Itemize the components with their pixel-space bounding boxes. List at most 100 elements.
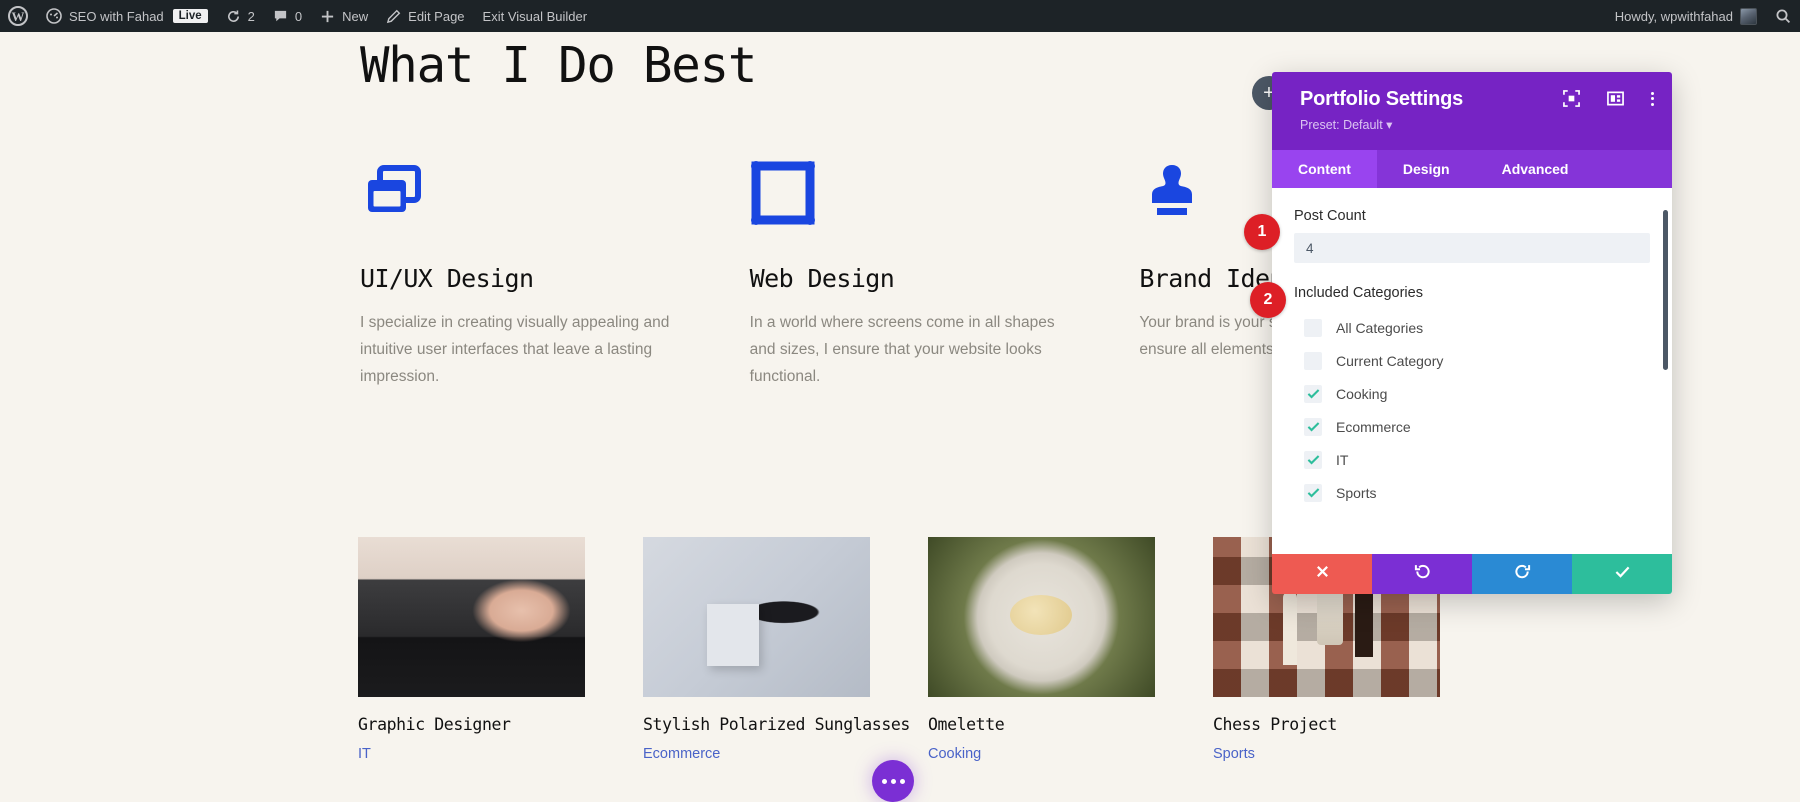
panel-body: Post Count 4 Included Categories All Cat… xyxy=(1272,188,1672,554)
close-button[interactable] xyxy=(1272,554,1372,594)
updates-icon xyxy=(226,9,241,24)
service-description: I specialize in creating visually appeal… xyxy=(360,314,670,385)
step-marker-2: 2 xyxy=(1250,282,1286,318)
checkbox-checked-icon[interactable] xyxy=(1304,384,1322,403)
category-checkbox-list: All Categories Current Category Cooking xyxy=(1294,311,1650,509)
service-description: In a world where screens come in all sha… xyxy=(749,314,1055,385)
portfolio-thumbnail xyxy=(928,537,1155,697)
exit-visual-builder-link[interactable]: Exit Visual Builder xyxy=(474,0,597,32)
portfolio-title[interactable]: Omelette xyxy=(928,715,1155,734)
portfolio-thumbnail xyxy=(643,537,870,697)
portfolio-category[interactable]: IT xyxy=(358,746,585,762)
step-marker-1: 1 xyxy=(1244,214,1280,250)
x-icon xyxy=(1315,564,1330,584)
checkbox-unchecked-icon[interactable] xyxy=(1304,351,1322,370)
admin-search-button[interactable] xyxy=(1766,0,1800,32)
portfolio-category[interactable]: Sports xyxy=(1213,746,1440,762)
portfolio-category[interactable]: Cooking xyxy=(928,746,1155,762)
redo-arrow-icon xyxy=(1514,563,1531,585)
avatar xyxy=(1740,7,1757,25)
wp-admin-bar: W SEO with Fahad Live 2 0 New Edit Page … xyxy=(0,0,1800,32)
undo-button[interactable] xyxy=(1372,554,1472,594)
portfolio-item[interactable]: Stylish Polarized Sunglasses Ecommerce xyxy=(643,537,910,762)
service-card: UI/UX Design I specialize in creating vi… xyxy=(360,160,731,390)
edit-page-link[interactable]: Edit Page xyxy=(377,0,473,32)
category-row[interactable]: Ecommerce xyxy=(1294,410,1650,443)
edit-page-label: Edit Page xyxy=(408,8,465,24)
checkbox-checked-icon[interactable] xyxy=(1304,450,1322,469)
wordpress-logo-icon: W xyxy=(8,6,28,26)
tab-content[interactable]: Content xyxy=(1272,150,1377,188)
category-label: Sports xyxy=(1336,484,1377,501)
portfolio-thumbnail xyxy=(358,537,585,697)
panel-header-icons xyxy=(1563,90,1654,107)
dot xyxy=(881,778,887,784)
category-label: Cooking xyxy=(1336,385,1388,402)
focus-target-icon[interactable] xyxy=(1563,90,1580,107)
redo-button[interactable] xyxy=(1472,554,1572,594)
portfolio-item[interactable]: Omelette Cooking xyxy=(928,537,1155,762)
checkbox-checked-icon[interactable] xyxy=(1304,483,1322,502)
panel-tabs: Content Design Advanced xyxy=(1272,150,1672,188)
category-row[interactable]: Cooking xyxy=(1294,377,1650,410)
post-count-input[interactable]: 4 xyxy=(1294,233,1650,263)
category-label: IT xyxy=(1336,451,1349,468)
checkbox-unchecked-icon[interactable] xyxy=(1304,318,1322,337)
layers-icon xyxy=(360,160,731,226)
dashboard-icon xyxy=(46,8,62,24)
category-label: Current Category xyxy=(1336,352,1444,369)
chevron-down-icon: ▾ xyxy=(1386,118,1393,132)
portfolio-title[interactable]: Stylish Polarized Sunglasses xyxy=(643,715,910,734)
comment-bubble-icon xyxy=(273,9,288,24)
included-categories-label: Included Categories xyxy=(1294,285,1423,301)
category-row[interactable]: All Categories xyxy=(1294,311,1650,344)
account-menu[interactable]: Howdy, wpwithfahad xyxy=(1606,0,1766,32)
comments-count: 0 xyxy=(294,8,303,24)
live-badge: Live xyxy=(172,9,208,23)
service-card: Web Design In a world where screens come… xyxy=(750,160,1121,390)
portfolio-category[interactable]: Ecommerce xyxy=(643,746,870,762)
search-icon xyxy=(1775,8,1791,24)
artboard-frame-icon xyxy=(750,160,1121,226)
panel-preset-selector[interactable]: Preset: Default ▾ xyxy=(1300,117,1652,132)
category-label: Ecommerce xyxy=(1336,418,1411,435)
howdy-label: Howdy, wpwithfahad xyxy=(1614,8,1733,24)
save-button[interactable] xyxy=(1572,554,1672,594)
exit-builder-label: Exit Visual Builder xyxy=(482,8,588,24)
comments-menu[interactable]: 0 xyxy=(264,0,311,32)
service-title: UI/UX Design xyxy=(360,264,534,293)
checkbox-checked-icon[interactable] xyxy=(1304,417,1322,436)
category-row[interactable]: Sports xyxy=(1294,476,1650,509)
portfolio-settings-panel: Portfolio Settings Preset: Default ▾ Con… xyxy=(1272,72,1672,594)
new-label: New xyxy=(342,8,369,24)
layout-columns-icon[interactable] xyxy=(1607,90,1624,107)
panel-scrollbar[interactable] xyxy=(1663,210,1668,370)
undo-arrow-icon xyxy=(1414,563,1431,585)
dot xyxy=(1651,102,1654,106)
site-name-menu[interactable]: SEO with Fahad Live xyxy=(37,0,217,32)
tab-design[interactable]: Design xyxy=(1376,150,1476,188)
site-name-label: SEO with Fahad xyxy=(69,8,164,24)
more-options-button[interactable] xyxy=(872,760,914,802)
portfolio-title[interactable]: Graphic Designer xyxy=(358,715,585,734)
category-label: All Categories xyxy=(1336,319,1424,336)
dot xyxy=(899,778,905,784)
page-title: What I Do Best xyxy=(360,37,757,94)
category-row[interactable]: IT xyxy=(1294,443,1650,476)
plus-icon xyxy=(320,9,335,24)
included-categories-field: Included Categories All Categories Curre… xyxy=(1294,285,1650,509)
page-canvas: What I Do Best UI/UX Design I specialize… xyxy=(0,32,1800,802)
portfolio-title[interactable]: Chess Project xyxy=(1213,715,1440,734)
updates-menu[interactable]: 2 xyxy=(217,0,264,32)
wp-logo-menu[interactable]: W xyxy=(0,0,37,32)
panel-header: Portfolio Settings Preset: Default ▾ xyxy=(1272,72,1672,150)
dot xyxy=(1651,91,1654,95)
kebab-menu-icon[interactable] xyxy=(1651,91,1654,106)
portfolio-item[interactable]: Graphic Designer IT xyxy=(358,537,585,762)
post-count-label: Post Count xyxy=(1294,208,1366,224)
tab-advanced[interactable]: Advanced xyxy=(1475,150,1595,188)
updates-count: 2 xyxy=(247,8,255,24)
panel-action-bar xyxy=(1272,554,1672,594)
new-content-menu[interactable]: New xyxy=(311,0,377,32)
category-row[interactable]: Current Category xyxy=(1294,344,1650,377)
